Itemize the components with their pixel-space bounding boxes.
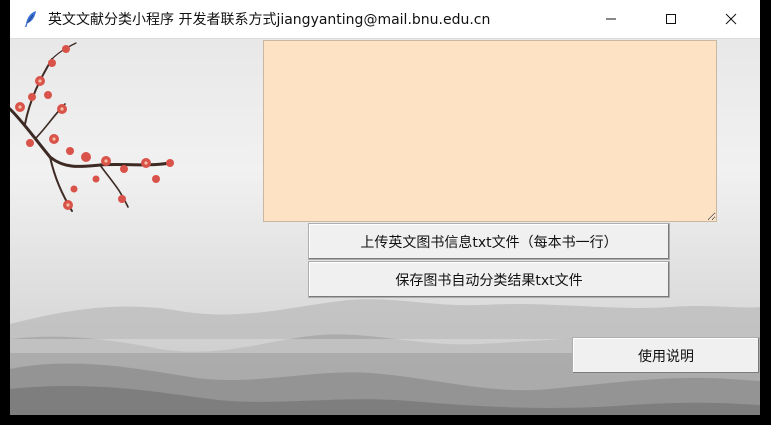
title-bar: 英文文献分类小程序 开发者联系方式jiangyanting@mail.bnu.e… [10,0,760,39]
feather-icon [25,11,36,27]
upload-book-file-button[interactable]: 上传英文图书信息txt文件（每本书一行） [308,223,670,260]
maximize-button[interactable] [642,0,700,38]
window-title: 英文文献分类小程序 开发者联系方式jiangyanting@mail.bnu.e… [48,12,491,28]
output-text-area[interactable] [263,40,717,222]
app-window: 英文文献分类小程序 开发者联系方式jiangyanting@mail.bnu.e… [10,0,760,415]
close-icon [725,13,737,25]
help-button[interactable]: 使用说明 [572,337,760,374]
maximize-icon [666,14,676,24]
main-content: 上传英文图书信息txt文件（每本书一行） 保存图书自动分类结果txt文件 使用说… [10,39,760,415]
minimize-icon [606,18,616,20]
minimize-button[interactable] [582,0,640,38]
save-classification-button[interactable]: 保存图书自动分类结果txt文件 [308,261,670,298]
close-button[interactable] [702,0,760,38]
